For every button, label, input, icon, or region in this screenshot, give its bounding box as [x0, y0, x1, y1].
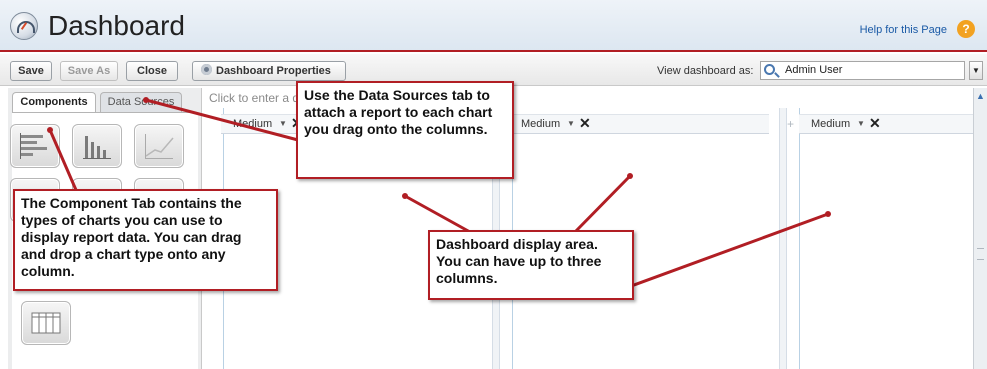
- display-area-callout: Dashboard display area. You can have up …: [428, 230, 634, 300]
- components-tab-callout: The Component Tab contains the types of …: [13, 189, 278, 291]
- annotation-arrows: [47, 97, 831, 287]
- data-sources-callout: Use the Data Sources tab to attach a rep…: [296, 81, 514, 179]
